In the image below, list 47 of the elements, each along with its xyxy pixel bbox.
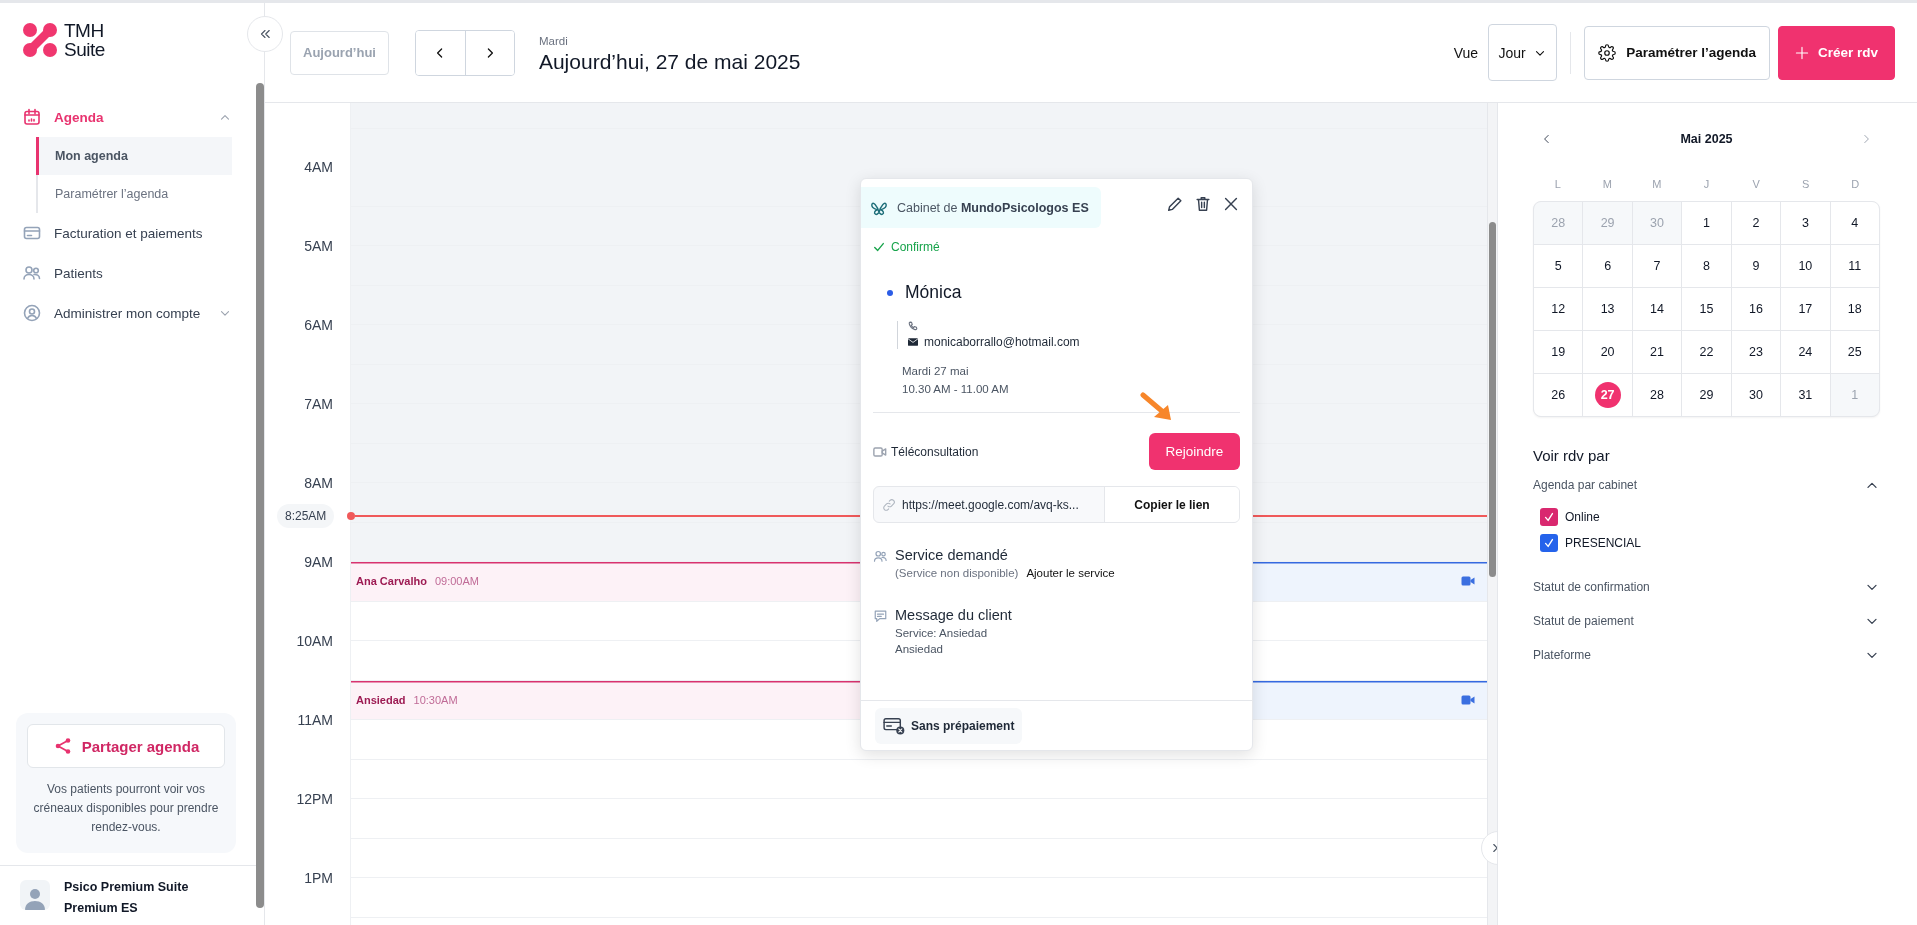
hour-label: 1PM [304, 870, 333, 886]
hour-label: 6AM [304, 317, 333, 333]
user-plan: Premium ES [64, 901, 139, 915]
service-title: Service demandé [895, 547, 1009, 563]
weekday-label: S [1800, 178, 1811, 190]
weekday-label: M [1651, 178, 1663, 190]
message-text: Service: Ansiedad [895, 627, 989, 639]
weekday-label: J [1702, 178, 1711, 190]
appointment-time: 10:30AM [413, 693, 458, 706]
weekday-label: Mardi [538, 35, 569, 47]
date-title: Aujourd’hui, 27 de mai 2025 [538, 50, 801, 74]
hour-label: 5AM [304, 238, 333, 254]
appointment-title: Ana Carvalho [356, 575, 427, 588]
meeting-url: https://meet.google.com/avq-ks... [902, 497, 1079, 512]
user-name: Psico Premium Suite [64, 880, 189, 894]
share-description: Vos patients pourront voir vos créneaux disponibles pour prendre rendez-vous. [32, 781, 220, 836]
view-label: Vue [1453, 44, 1479, 61]
cabinet-label: Cabinet de MundoPsicologos ES [897, 200, 1089, 215]
appointment-date: Mardi 27 mai [902, 365, 970, 377]
client-name: Mónica [905, 282, 962, 303]
message-title: Message du client [895, 607, 1012, 623]
status-label: Confirmé [891, 240, 940, 254]
weekday-label: D [1850, 178, 1861, 190]
logo-text: TMH Suite [64, 21, 105, 59]
hour-label: 11AM [297, 712, 333, 728]
service-note: (Service non disponible) [895, 567, 1019, 579]
hour-label: 9AM [304, 554, 333, 570]
hour-label: 4AM [304, 159, 333, 175]
hour-label: 7AM [304, 396, 333, 412]
filter-title: Voir rdv par [1533, 447, 1611, 464]
appointment-time: 10.30 AM - 11.00 AM [902, 383, 1010, 395]
appointment-title: Ansiedad [356, 693, 406, 706]
appointment-time: 09:00AM [434, 575, 479, 588]
weekday-label: L [1553, 178, 1562, 190]
payment-chip: Sans prépaiement [875, 708, 1023, 744]
current-time-label: 8:25AM [277, 503, 335, 528]
checkbox-label: Online [1565, 510, 1600, 524]
hour-label: 8AM [304, 475, 333, 491]
hour-label: 12PM [296, 791, 333, 807]
client-email: monicaborrallo@hotmail.com [924, 335, 1080, 349]
checkbox-label: PRESENCIAL [1565, 536, 1642, 550]
weekday-label: M [1601, 178, 1613, 190]
message-text: Ansiedad [895, 643, 944, 655]
hour-label: 10AM [296, 633, 333, 649]
consultation-type: Téléconsultation [891, 444, 979, 459]
weekday-label: V [1751, 178, 1761, 190]
month-title: Mai 2025 [1680, 132, 1733, 146]
